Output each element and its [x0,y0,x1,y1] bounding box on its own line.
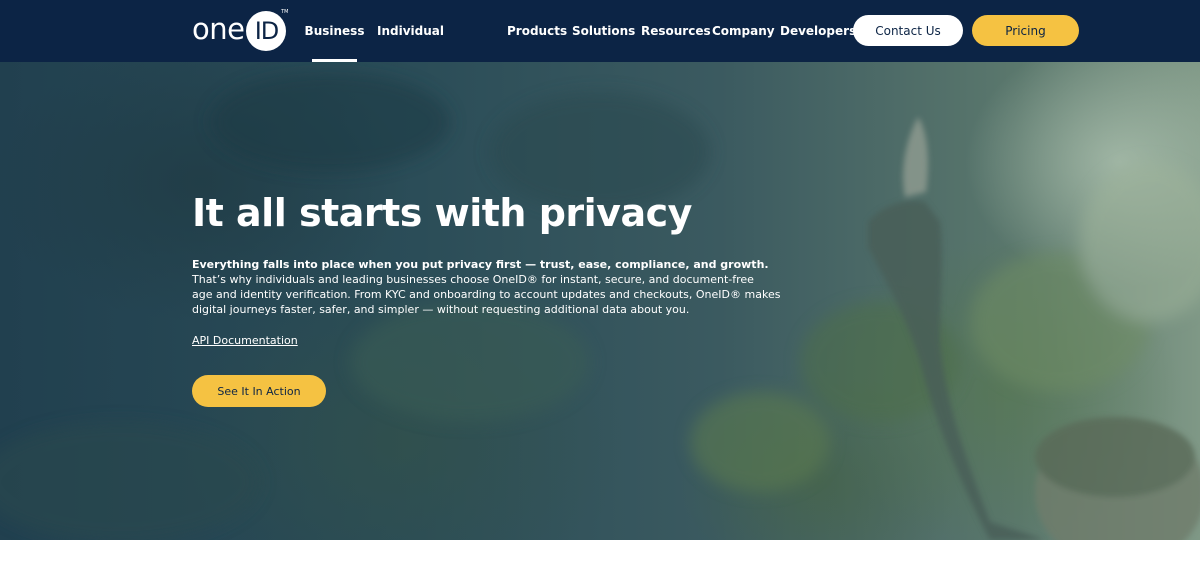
nav-resources[interactable]: Resources [641,0,711,62]
contact-us-button[interactable]: Contact Us [853,15,963,46]
hero-body: That’s why individuals and leading busin… [192,272,781,317]
hero-lead: Everything falls into place when you put… [192,258,769,271]
see-it-in-action-button[interactable]: See It In Action [192,375,326,407]
logo-mark-text: ID [254,17,280,45]
logo-word: one [192,12,245,46]
api-documentation-link[interactable]: API Documentation [192,334,298,347]
pricing-button[interactable]: Pricing [972,15,1079,46]
logo-trademark: TM [281,9,289,15]
tab-individual[interactable]: Individual [377,0,444,62]
nav-company[interactable]: Company [712,0,775,62]
nav-products[interactable]: Products [507,0,567,62]
nav-developers[interactable]: Developers [780,0,856,62]
oneid-logo[interactable]: one ID TM [192,9,294,52]
site-header: one ID TM Business Individual Products S… [0,0,1200,62]
hero-body-line: digital journeys faster, safer, and simp… [192,303,690,316]
hero-title: It all starts with privacy [192,191,692,235]
hero-section: It all starts with privacy Everything fa… [0,62,1200,540]
nav-solutions[interactable]: Solutions [572,0,635,62]
hero-body-line: That’s why individuals and leading busin… [192,273,754,286]
logo-mark: ID TM [246,9,289,51]
hero-body-line: age and identity verification. From KYC … [192,288,781,301]
tab-business[interactable]: Business [305,0,364,62]
page-below-fold [0,540,1200,588]
